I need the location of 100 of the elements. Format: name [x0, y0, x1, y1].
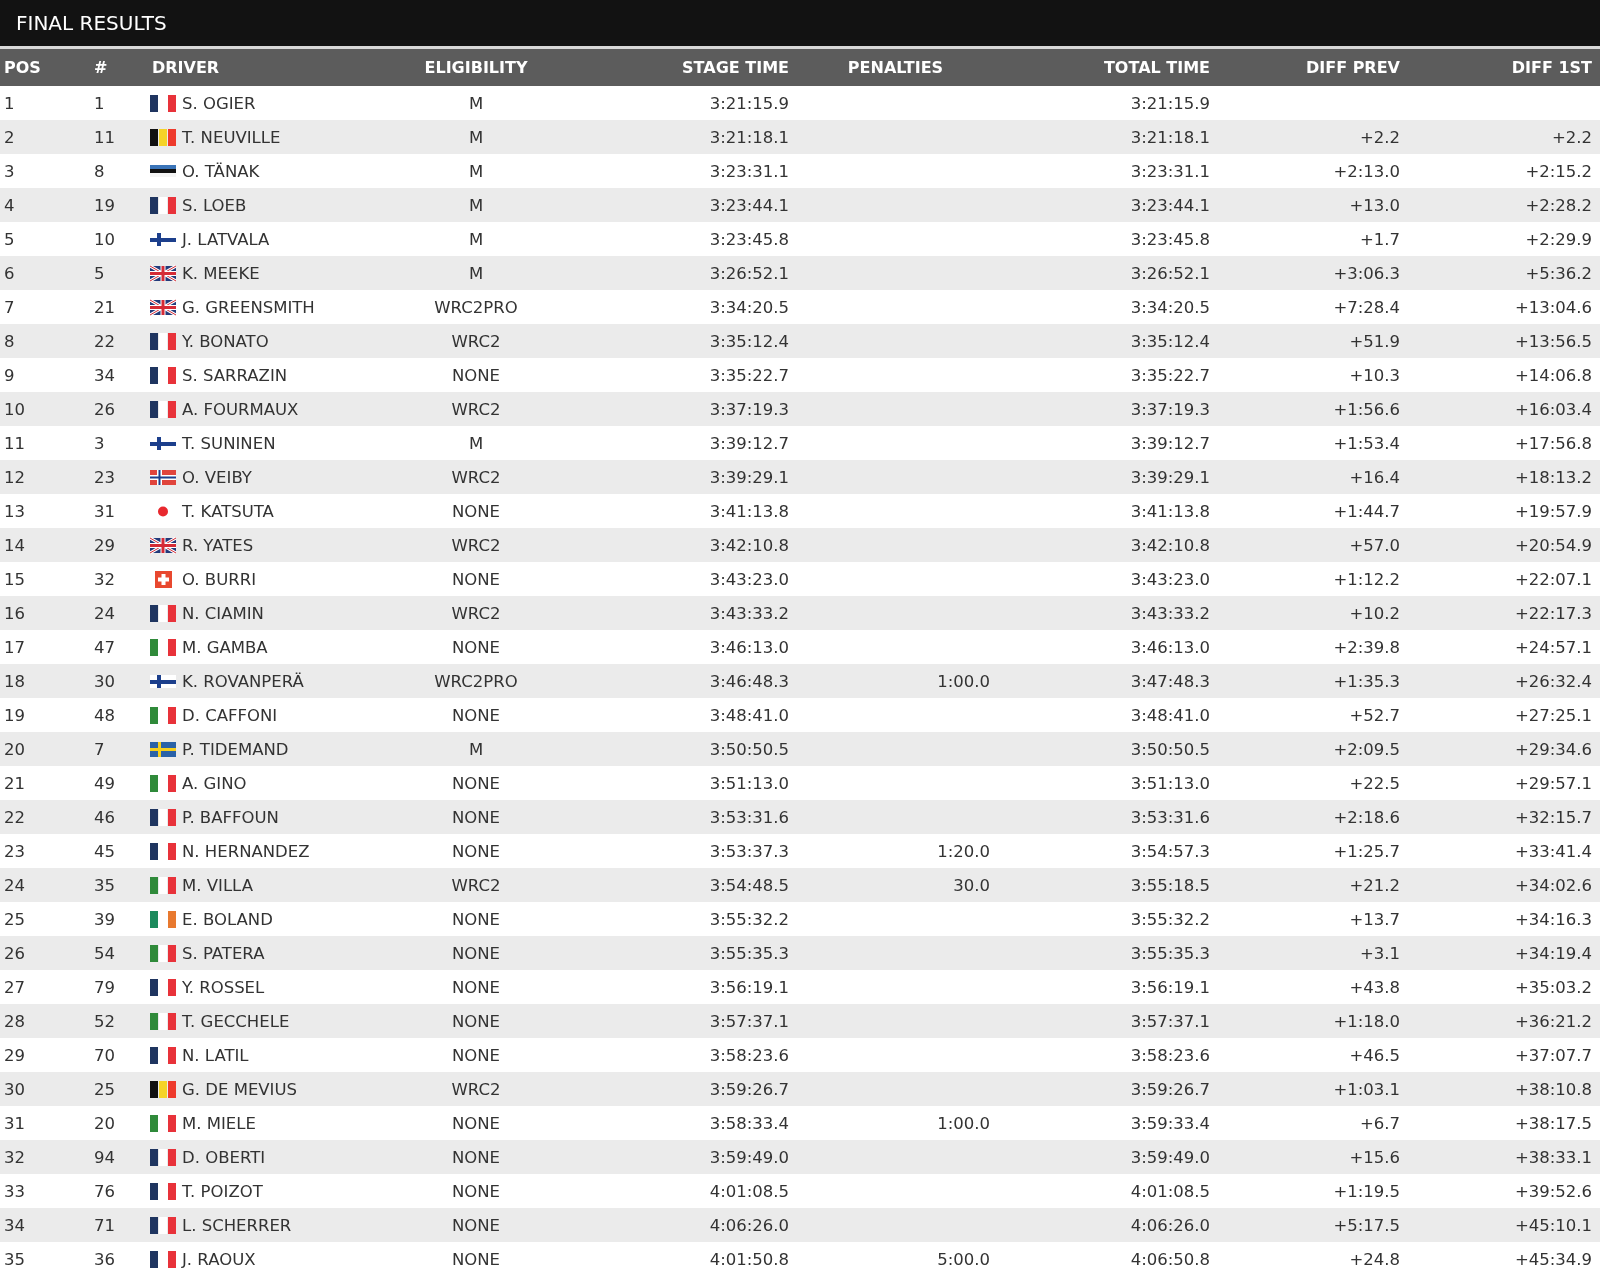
driver-name: D. OBERTI [182, 1147, 266, 1167]
column-header: TOTAL TIME [1102, 58, 1211, 77]
total-time-cell-text: 3:23:44.1 [1129, 195, 1211, 215]
car-number-cell-text: 45 [93, 841, 116, 861]
car-number-cell-text: 76 [93, 1181, 116, 1201]
eligibility-cell-text: WRC2 [450, 399, 502, 419]
eligibility-cell-text: WRC2 [450, 1079, 502, 1099]
eligibility-cell-text: WRC2 [450, 603, 502, 623]
diff-prev-cell-text: +1:18.0 [1332, 1011, 1401, 1031]
car-number-cell-text: 7 [93, 739, 106, 759]
total-time-cell-text: 3:55:18.5 [1129, 875, 1211, 895]
position-cell-text: 13 [3, 501, 26, 521]
total-time-cell-text: 3:23:45.8 [1129, 229, 1211, 249]
eligibility-cell-text: NONE [450, 705, 502, 725]
driver-name: K. ROVANPERÄ [182, 671, 304, 691]
stage-time-cell-text: 3:54:48.5 [708, 875, 790, 895]
driver-name: A. GINO [182, 773, 247, 793]
eligibility-cell-text: NONE [450, 1045, 502, 1065]
position-cell-text: 31 [3, 1113, 26, 1133]
total-time-cell-text: 4:01:08.5 [1129, 1181, 1211, 1201]
position-cell-text: 9 [3, 365, 16, 385]
diff-first-cell-text: +2:28.2 [1524, 195, 1593, 215]
column-header: DIFF PREV [1304, 58, 1401, 77]
driver-name: L. SCHERRER [182, 1215, 292, 1235]
driver-name: M. MIELE [182, 1113, 256, 1133]
car-number-cell-text: 1 [93, 93, 106, 113]
stage-time-cell-text: 3:50:50.5 [708, 739, 790, 759]
car-number-cell-text: 35 [93, 875, 116, 895]
stage-time-cell-text: 3:48:41.0 [708, 705, 790, 725]
stage-time-cell-text: 3:37:19.3 [708, 399, 790, 419]
stage-time-cell-text: 3:42:10.8 [708, 535, 790, 555]
diff-prev-cell-text: +57.0 [1348, 535, 1401, 555]
diff-prev-cell-text: +1:25.7 [1332, 841, 1401, 861]
driver-name: O. VEIBY [182, 467, 252, 487]
total-time-cell-text: 3:26:52.1 [1129, 263, 1211, 283]
total-time-cell-text: 3:43:23.0 [1129, 569, 1211, 589]
diff-first-cell-text: +45:10.1 [1513, 1215, 1593, 1235]
stage-time-cell-text: 3:57:37.1 [708, 1011, 790, 1031]
diff-first-cell-text: +14:06.8 [1513, 365, 1593, 385]
total-time-cell-text: 4:06:50.8 [1129, 1249, 1211, 1269]
diff-first-cell-text: +22:17.3 [1513, 603, 1593, 623]
total-time-cell-text: 3:39:29.1 [1129, 467, 1211, 487]
car-number-cell-text: 30 [93, 671, 116, 691]
position-cell-text: 29 [3, 1045, 26, 1065]
position-cell-text: 35 [3, 1249, 26, 1269]
diff-prev-cell-text: +21.2 [1348, 875, 1401, 895]
eligibility-cell-text: M [467, 195, 485, 215]
driver-name: T. SUNINEN [182, 433, 276, 453]
eligibility-cell-text: M [467, 739, 485, 759]
car-number-cell-text: 19 [93, 195, 116, 215]
penalty-cell-text: 5:00.0 [936, 1249, 991, 1269]
driver-name: R. YATES [182, 535, 254, 555]
driver-name: M. VILLA [182, 875, 253, 895]
diff-prev-cell-text: +22.5 [1348, 773, 1401, 793]
total-time-cell-text: 3:51:13.0 [1129, 773, 1211, 793]
position-cell-text: 16 [3, 603, 26, 623]
eligibility-cell-text: M [467, 263, 485, 283]
car-number-cell-text: 94 [93, 1147, 116, 1167]
eligibility-cell-text: M [467, 161, 485, 181]
stage-time-cell-text: 3:39:12.7 [708, 433, 790, 453]
total-time-cell-text: 3:41:13.8 [1129, 501, 1211, 521]
diff-first-cell-text: +22:07.1 [1513, 569, 1593, 589]
car-number-cell-text: 25 [93, 1079, 116, 1099]
diff-first-cell-text: +37:07.7 [1513, 1045, 1593, 1065]
total-time-cell-text: 3:57:37.1 [1129, 1011, 1211, 1031]
position-cell-text: 33 [3, 1181, 26, 1201]
stage-time-cell-text: 3:21:15.9 [708, 93, 790, 113]
diff-first-cell-text: +2:15.2 [1524, 161, 1593, 181]
diff-prev-cell-text: +1:19.5 [1332, 1181, 1401, 1201]
diff-prev-cell-text: +13.7 [1348, 909, 1401, 929]
position-cell-text: 12 [3, 467, 26, 487]
total-time-cell-text: 4:06:26.0 [1129, 1215, 1211, 1235]
car-number-cell-text: 3 [93, 433, 106, 453]
eligibility-cell-text: M [467, 127, 485, 147]
stage-time-cell-text: 3:21:18.1 [708, 127, 790, 147]
diff-prev-cell-text: +2.2 [1358, 127, 1401, 147]
driver-name: D. CAFFONI [182, 705, 278, 725]
diff-first-cell-text: +32:15.7 [1513, 807, 1593, 827]
eligibility-cell-text: WRC2 [450, 875, 502, 895]
diff-first-cell-text: +29:57.1 [1513, 773, 1593, 793]
stage-time-cell-text: 3:55:35.3 [708, 943, 790, 963]
driver-name: E. BOLAND [182, 909, 273, 929]
driver-name: T. KATSUTA [182, 501, 274, 521]
diff-prev-cell-text: +5:17.5 [1332, 1215, 1401, 1235]
stage-time-cell-text: 3:59:26.7 [708, 1079, 790, 1099]
eligibility-cell-text: NONE [450, 1147, 502, 1167]
diff-first-cell-text: +5:36.2 [1524, 263, 1593, 283]
diff-first-cell-text: +18:13.2 [1513, 467, 1593, 487]
car-number-cell-text: 52 [93, 1011, 116, 1031]
total-time-cell-text: 3:34:20.5 [1129, 297, 1211, 317]
diff-first-cell-text: +34:02.6 [1513, 875, 1593, 895]
driver-name: O. TÄNAK [182, 161, 260, 181]
stage-time-cell-text: 3:55:32.2 [708, 909, 790, 929]
position-cell-text: 26 [3, 943, 26, 963]
column-header: POS [3, 58, 42, 77]
diff-prev-cell-text: +7:28.4 [1332, 297, 1401, 317]
stage-time-cell-text: 3:59:49.0 [708, 1147, 790, 1167]
position-cell-text: 30 [3, 1079, 26, 1099]
total-time-cell-text: 3:46:13.0 [1129, 637, 1211, 657]
eligibility-cell-text: NONE [450, 1181, 502, 1201]
